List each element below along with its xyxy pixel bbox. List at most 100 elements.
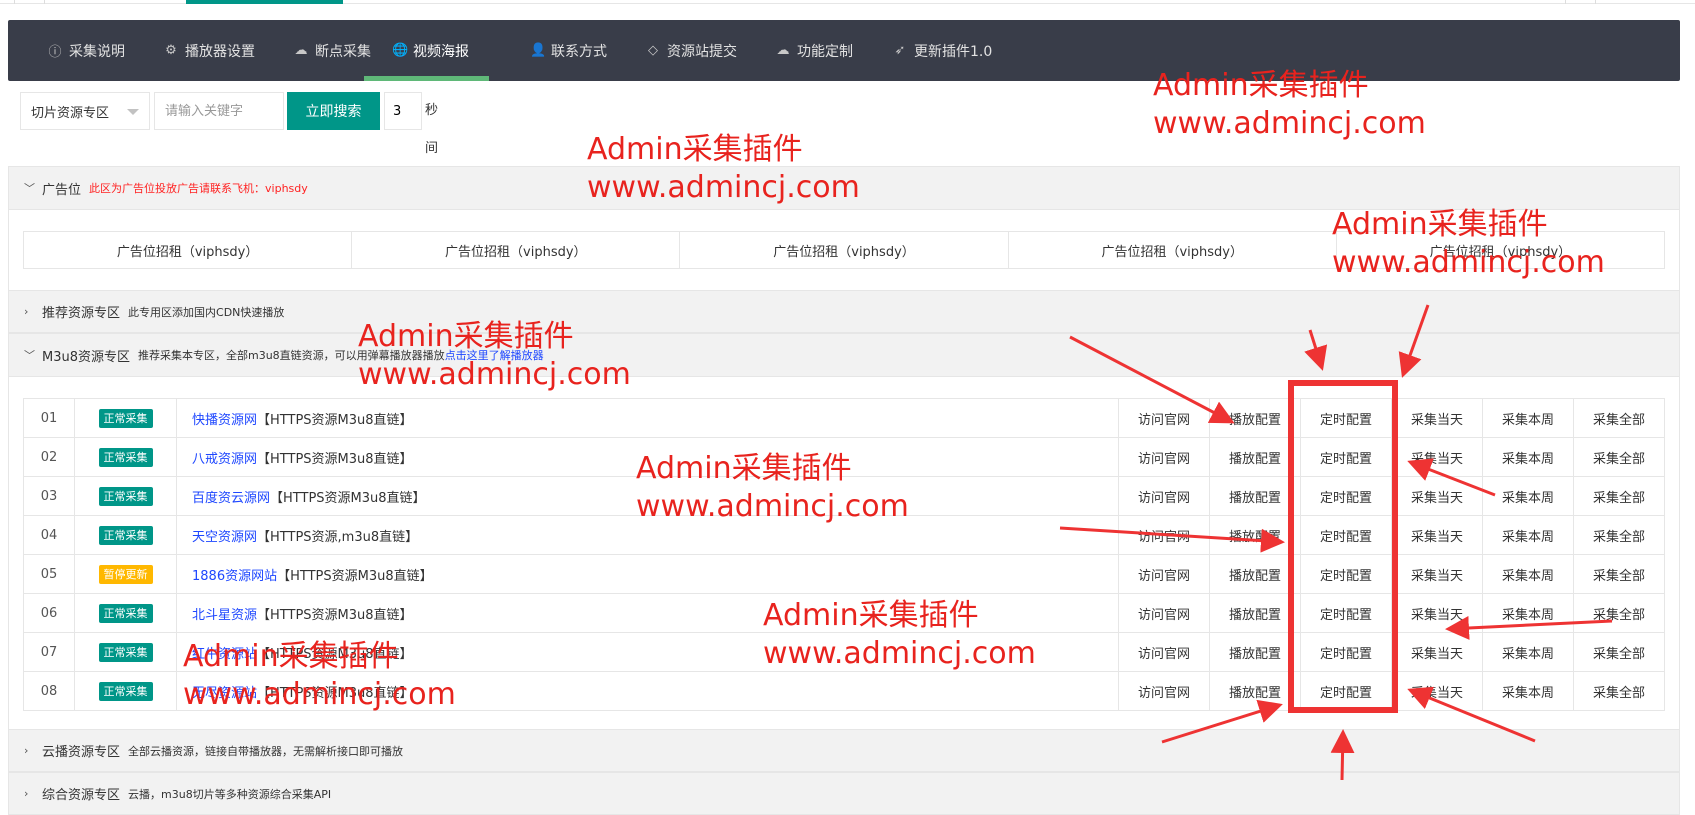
resource-link[interactable]: 1886资源网站 (192, 569, 277, 584)
play-config-button[interactable]: 播放配置 (1209, 593, 1301, 633)
top-tab-active-indicator (186, 0, 343, 4)
collect-today-button[interactable]: 采集当天 (1391, 515, 1483, 555)
collect-week-button[interactable]: 采集本周 (1482, 632, 1574, 672)
visit-site-button[interactable]: 访问官网 (1118, 671, 1210, 711)
play-config-button[interactable]: 播放配置 (1209, 437, 1301, 477)
nav-item-player-settings[interactable]: ⚙ 播放器设置 (164, 20, 255, 81)
interval-input[interactable] (384, 92, 422, 130)
collect-all-button[interactable]: 采集全部 (1573, 398, 1665, 438)
row-number: 08 (23, 671, 75, 711)
resource-link[interactable]: 八戒资源网 (192, 452, 257, 467)
collect-all-button[interactable]: 采集全部 (1573, 632, 1665, 672)
nav-item-label: 联系方式 (551, 43, 607, 60)
ad-slot[interactable]: 广告位招租（viphsdy） (24, 232, 353, 268)
watermark-line: www.admincj.com (587, 170, 860, 205)
collect-today-button[interactable]: 采集当天 (1391, 476, 1483, 516)
play-config-button[interactable]: 播放配置 (1209, 398, 1301, 438)
panel-title: 推荐资源专区 (42, 306, 121, 321)
play-config-button[interactable]: 播放配置 (1209, 671, 1301, 711)
keyword-input[interactable] (154, 92, 284, 130)
panel-title: M3u8资源专区 (42, 349, 130, 365)
m3u8-panel-header[interactable]: ﹀ M3u8资源专区 推荐采集本专区，全部m3u8直链资源，可以用弹幕播放器播放… (8, 333, 1680, 377)
resource-suffix: 【HTTPS资源M3u8直链】 (277, 568, 433, 584)
visit-site-button[interactable]: 访问官网 (1118, 476, 1210, 516)
nav-item-collect-guide[interactable]: ⓘ 采集说明 (48, 20, 125, 81)
watermark-line: Admin采集插件 (636, 451, 852, 486)
nav-item-label: 采集说明 (69, 43, 125, 60)
paper-plane-icon: ➶ (894, 43, 906, 58)
combo-panel-header[interactable]: › 综合资源专区 云播，m3u8切片等多种资源综合采集API (8, 772, 1680, 815)
collect-week-button[interactable]: 采集本周 (1482, 476, 1574, 516)
annotation-highlight-box (1288, 380, 1398, 713)
row-number: 04 (23, 515, 75, 555)
collect-all-button[interactable]: 采集全部 (1573, 593, 1665, 633)
ad-slot[interactable]: 广告位招租（viphsdy） (680, 232, 1009, 268)
collect-today-button[interactable]: 采集当天 (1391, 632, 1483, 672)
info-circle-icon: ⓘ (48, 45, 62, 60)
ad-slot[interactable]: 广告位招租（viphsdy） (1009, 232, 1337, 268)
resource-link[interactable]: 天空资源网 (192, 530, 257, 545)
watermark-line: Admin采集插件 (358, 319, 574, 354)
play-config-button[interactable]: 播放配置 (1209, 515, 1301, 555)
play-config-button[interactable]: 播放配置 (1209, 554, 1301, 594)
cloud-panel-header[interactable]: › 云播资源专区 全部云播资源，链接自带播放器，无需解析接口即可播放 (8, 729, 1680, 772)
collect-week-button[interactable]: 采集本周 (1482, 398, 1574, 438)
collect-week-button[interactable]: 采集本周 (1482, 554, 1574, 594)
nav-item-video-poster[interactable]: 🌐 视频海报 (364, 20, 489, 81)
search-button[interactable]: 立即搜索 (287, 92, 380, 130)
watermark-line: Admin采集插件 (587, 132, 803, 167)
collect-week-button[interactable]: 采集本周 (1482, 437, 1574, 477)
visit-site-button[interactable]: 访问官网 (1118, 398, 1210, 438)
collect-all-button[interactable]: 采集全部 (1573, 476, 1665, 516)
play-config-button[interactable]: 播放配置 (1209, 476, 1301, 516)
collect-all-button[interactable]: 采集全部 (1573, 437, 1665, 477)
resource-suffix: 【HTTPS资源M3u8直链】 (270, 490, 426, 506)
globe-icon: 🌐 (392, 43, 409, 58)
chevron-right-icon: › (24, 744, 29, 757)
watermark-line: Admin采集插件 (763, 598, 979, 633)
ad-slot[interactable]: 广告位招租（viphsdy） (352, 232, 681, 268)
nav-item-label: 播放器设置 (185, 43, 255, 60)
watermark-line: www.admincj.com (763, 636, 1036, 671)
visit-site-button[interactable]: 访问官网 (1118, 632, 1210, 672)
nav-item-resume-collect[interactable]: ☁ 断点采集 (294, 20, 372, 81)
resource-link[interactable]: 北斗星资源 (192, 608, 257, 623)
resource-link[interactable]: 百度资云源网 (192, 491, 270, 506)
collect-all-button[interactable]: 采集全部 (1573, 554, 1665, 594)
chevron-down-icon: ﹀ (24, 182, 35, 195)
status-cell: 正常采集 (74, 593, 177, 633)
visit-site-button[interactable]: 访问官网 (1118, 515, 1210, 555)
status-badge: 暂停更新 (98, 564, 153, 584)
collect-all-button[interactable]: 采集全部 (1573, 671, 1665, 711)
visit-site-button[interactable]: 访问官网 (1118, 554, 1210, 594)
category-select[interactable]: 切片资源专区 (20, 92, 150, 130)
collect-today-button[interactable]: 采集当天 (1391, 437, 1483, 477)
user-icon: 👤 (530, 43, 547, 58)
status-cell: 正常采集 (74, 437, 177, 477)
watermark-line: Admin采集插件 (183, 639, 399, 674)
nav-item-update-plugin[interactable]: ➶ 更新插件1.0 (893, 20, 993, 81)
collect-today-button[interactable]: 采集当天 (1391, 671, 1483, 711)
nav-item-custom-features[interactable]: ☁ 功能定制 (776, 20, 854, 81)
visit-site-button[interactable]: 访问官网 (1118, 593, 1210, 633)
resource-link[interactable]: 快播资源网 (192, 413, 257, 428)
collect-week-button[interactable]: 采集本周 (1482, 515, 1574, 555)
panel-title: 云播资源专区 (42, 745, 121, 760)
status-cell: 正常采集 (74, 476, 177, 516)
collect-week-button[interactable]: 采集本周 (1482, 671, 1574, 711)
collect-week-button[interactable]: 采集本周 (1482, 593, 1574, 633)
collect-today-button[interactable]: 采集当天 (1391, 398, 1483, 438)
resource-name-cell: 快播资源网【HTTPS资源M3u8直链】 (176, 398, 1119, 438)
recommend-panel-header[interactable]: › 推荐资源专区 此专用区添加国内CDN快速播放 (8, 290, 1680, 333)
play-config-button[interactable]: 播放配置 (1209, 632, 1301, 672)
row-number: 05 (23, 554, 75, 594)
status-cell: 正常采集 (74, 632, 177, 672)
visit-site-button[interactable]: 访问官网 (1118, 437, 1210, 477)
collect-all-button[interactable]: 采集全部 (1573, 515, 1665, 555)
nav-active-indicator (364, 76, 489, 81)
nav-item-contact[interactable]: 👤 联系方式 (530, 20, 607, 81)
collect-today-button[interactable]: 采集当天 (1391, 593, 1483, 633)
watermark-line: www.admincj.com (1153, 106, 1426, 141)
collect-today-button[interactable]: 采集当天 (1391, 554, 1483, 594)
nav-item-submit-source[interactable]: ◇ 资源站提交 (646, 20, 737, 81)
